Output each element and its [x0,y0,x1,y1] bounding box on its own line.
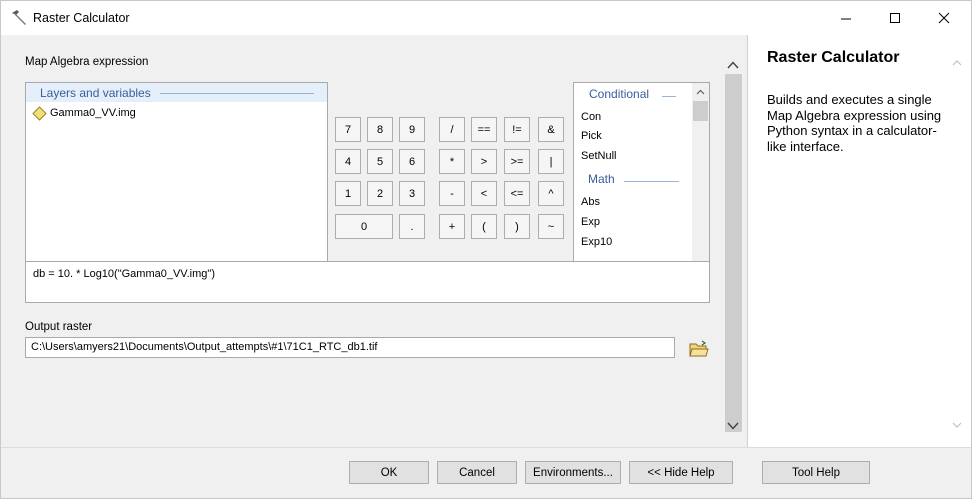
key-decimal[interactable]: . [399,214,425,239]
key-1[interactable]: 1 [335,181,361,206]
key-less[interactable]: < [471,181,497,206]
close-icon [938,12,950,24]
main-scroll-thumb[interactable] [725,74,742,432]
dialog-footer: OK Cancel Environments... << Hide Help T… [1,447,971,498]
layers-header: Layers and variables [26,83,327,102]
expression-label: Map Algebra expression [25,56,149,68]
ok-button[interactable]: OK [349,461,429,484]
section-math: Math [574,172,692,190]
function-con[interactable]: Con [581,111,601,123]
main-scrollbar[interactable] [723,48,743,438]
key-2[interactable]: 2 [367,181,393,206]
key-6[interactable]: 6 [399,149,425,174]
main-scroll-up-button[interactable] [723,56,743,74]
layer-name: Gamma0_VV.img [50,107,136,119]
chevron-down-icon [727,422,739,430]
help-description: Builds and executes a single Map Algebra… [767,92,942,154]
key-not[interactable]: ~ [538,214,564,239]
key-or[interactable]: | [538,149,564,174]
title-bar: Raster Calculator [1,1,971,35]
chevron-down-icon [952,422,962,428]
key-9[interactable]: 9 [399,117,425,142]
section-divider [624,181,679,182]
browse-button[interactable] [687,337,711,361]
function-pick[interactable]: Pick [581,130,602,142]
key-equal[interactable]: == [471,117,497,142]
functions-list[interactable]: Conditional Con Pick SetNull Math Abs Ex… [573,82,710,277]
key-greater-equal[interactable]: >= [504,149,530,174]
key-divide[interactable]: / [439,117,465,142]
key-minus[interactable]: - [439,181,465,206]
expression-text: db = 10. * Log10("Gamma0_VV.img") [33,268,215,280]
environments-button[interactable]: Environments... [525,461,621,484]
key-8[interactable]: 8 [367,117,393,142]
list-item[interactable]: Gamma0_VV.img [32,105,136,121]
key-5[interactable]: 5 [367,149,393,174]
maximize-button[interactable] [872,1,918,35]
key-0[interactable]: 0 [335,214,393,239]
window-title: Raster Calculator [33,11,130,25]
key-multiply[interactable]: * [439,149,465,174]
raster-calculator-window: Raster Calculator Map Algebra expression… [0,0,972,499]
output-raster-input[interactable]: C:\Users\amyers21\Documents\Output_attem… [25,337,675,358]
expression-input[interactable]: db = 10. * Log10("Gamma0_VV.img") [25,261,710,303]
key-greater[interactable]: > [471,149,497,174]
key-7[interactable]: 7 [335,117,361,142]
key-close-paren[interactable]: ) [504,214,530,239]
minimize-icon [841,18,851,20]
function-abs[interactable]: Abs [581,196,600,208]
help-title: Raster Calculator [767,49,900,66]
main-scroll-down-button[interactable] [723,417,743,435]
minimize-button[interactable] [823,1,869,35]
key-4[interactable]: 4 [335,149,361,174]
section-conditional: Conditional [574,87,692,105]
key-open-paren[interactable]: ( [471,214,497,239]
hammer-icon [12,10,26,25]
chevron-up-icon [727,61,739,69]
function-setnull[interactable]: SetNull [581,150,616,162]
key-not-equal[interactable]: != [504,117,530,142]
key-3[interactable]: 3 [399,181,425,206]
close-button[interactable] [921,1,967,35]
help-scroll-up-button[interactable] [948,55,966,71]
section-conditional-label: Conditional [589,87,650,101]
open-folder-icon [689,340,709,357]
layers-header-divider [160,93,314,94]
functions-scrollbar[interactable] [692,83,709,276]
functions-scroll-thumb[interactable] [693,101,708,121]
key-and[interactable]: & [538,117,564,142]
hide-help-button[interactable]: << Hide Help [629,461,733,484]
scroll-up-button[interactable] [692,83,709,101]
chevron-up-icon [696,89,705,95]
help-scroll-down-button[interactable] [948,417,966,433]
output-raster-value: C:\Users\amyers21\Documents\Output_attem… [31,341,378,353]
function-exp10[interactable]: Exp10 [581,236,612,248]
raster-layer-diamond-icon [32,105,47,121]
chevron-up-icon [952,60,962,66]
maximize-icon [890,13,900,23]
layers-header-label: Layers and variables [40,86,151,100]
section-divider [662,96,676,97]
layers-list[interactable]: Layers and variables Gamma0_VV.img [25,82,328,276]
function-exp[interactable]: Exp [581,216,600,228]
output-raster-label: Output raster [25,321,93,333]
tool-help-button[interactable]: Tool Help [762,461,870,484]
cancel-button[interactable]: Cancel [437,461,517,484]
key-less-equal[interactable]: <= [504,181,530,206]
help-pane: Raster Calculator Builds and executes a … [747,35,971,447]
key-plus[interactable]: + [439,214,465,239]
section-math-label: Math [588,172,615,186]
key-xor[interactable]: ^ [538,181,564,206]
